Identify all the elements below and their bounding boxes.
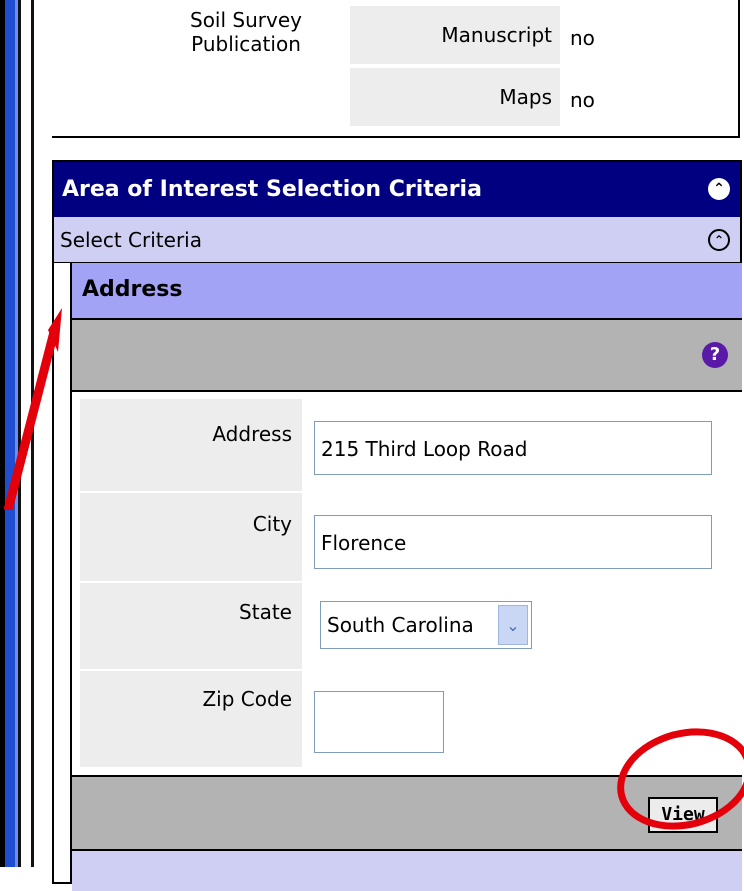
state-label: State	[80, 583, 302, 669]
soil-survey-label: Soil Survey Publication	[190, 8, 302, 56]
double-chevron-up-icon[interactable]: ⌃	[708, 229, 730, 251]
area-of-interest-title: Area of Interest Selection Criteria	[62, 177, 482, 202]
maps-value: no	[570, 88, 595, 112]
select-criteria-title: Select Criteria	[60, 228, 202, 252]
manuscript-value: no	[570, 26, 595, 50]
double-chevron-up-icon[interactable]: ⌃	[708, 178, 730, 200]
address-toolbar: ?	[72, 320, 742, 392]
state-select[interactable]: South Carolina ⌄	[320, 601, 532, 649]
address-section-title[interactable]: Address	[72, 263, 742, 320]
maps-label: Maps	[350, 68, 560, 126]
state-selected-value: South Carolina	[327, 613, 474, 637]
area-of-interest-header[interactable]: Area of Interest Selection Criteria ⌃	[54, 162, 740, 217]
question-icon[interactable]: ?	[702, 342, 728, 368]
city-label: City	[80, 493, 302, 581]
select-criteria-header[interactable]: Select Criteria ⌃	[54, 217, 740, 263]
section-footer	[72, 851, 742, 891]
soil-survey-section: Soil Survey Publication Manuscript no Ma…	[52, 0, 740, 138]
chevron-down-icon[interactable]: ⌄	[498, 605, 528, 645]
address-input[interactable]: 215 Third Loop Road	[314, 421, 712, 475]
zip-code-input[interactable]	[314, 691, 444, 753]
annotation-arrow	[3, 308, 62, 510]
address-label: Address	[80, 399, 302, 491]
zip-code-label: Zip Code	[80, 671, 302, 767]
city-input[interactable]: Florence	[314, 515, 712, 569]
manuscript-label: Manuscript	[350, 6, 560, 64]
